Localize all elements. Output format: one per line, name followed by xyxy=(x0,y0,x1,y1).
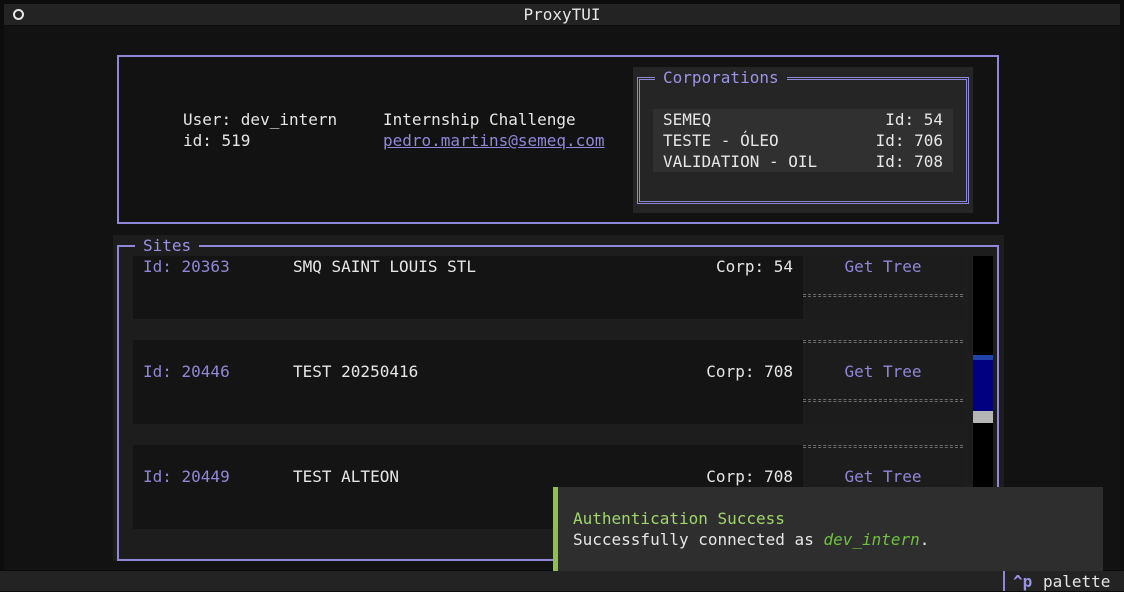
footer xyxy=(0,571,1124,591)
palette-shortcut-key[interactable]: ^p xyxy=(1013,571,1032,592)
scrollbar-grip[interactable] xyxy=(973,411,993,423)
corporation-row[interactable]: TESTE - ÓLEO Id: 706 xyxy=(653,130,953,151)
user-name-label: User: dev_intern xyxy=(183,110,338,129)
toast-username: dev_intern xyxy=(823,530,920,549)
button-underline xyxy=(803,294,963,297)
email-link[interactable]: pedro.martins@semeq.com xyxy=(383,130,605,151)
site-card: Id: 20446 TEST 20250416 Corp: 708 Get Tr… xyxy=(133,340,963,424)
toast-message-suffix: . xyxy=(919,530,930,549)
footer-separator xyxy=(1003,571,1005,591)
site-id: Id: 20449 xyxy=(143,467,230,486)
button-underline xyxy=(803,399,963,402)
toast-message: Successfully connected as dev_intern. xyxy=(573,529,929,550)
site-id: Id: 20446 xyxy=(143,362,230,381)
corporation-id: Id: 706 xyxy=(875,131,943,150)
button-overline xyxy=(803,340,963,343)
corporation-id: Id: 54 xyxy=(885,110,943,129)
site-card: Id: 20363 SMQ SAINT LOUIS STL Corp: 54 G… xyxy=(133,256,963,319)
app-title: ProxyTUI xyxy=(523,5,601,24)
palette-shortcut-label[interactable]: palette xyxy=(1043,571,1110,592)
site-corp: Corp: 708 xyxy=(706,467,793,486)
corporation-row[interactable]: VALIDATION - OIL Id: 708 xyxy=(653,151,953,172)
get-tree-button-label: Get Tree xyxy=(844,257,922,276)
site-name: TEST ALTEON xyxy=(293,467,399,486)
toast-message-prefix: Successfully connected as xyxy=(573,530,824,549)
site-id: Id: 20363 xyxy=(143,257,230,276)
corporation-name: TESTE - ÓLEO xyxy=(663,131,779,150)
corporation-row[interactable]: SEMEQ Id: 54 xyxy=(653,109,953,130)
get-tree-button[interactable]: Get Tree xyxy=(803,256,963,319)
get-tree-button[interactable]: Get Tree xyxy=(803,340,963,424)
get-tree-button-label: Get Tree xyxy=(844,467,922,486)
corporation-name: VALIDATION - OIL xyxy=(663,152,818,171)
button-overline xyxy=(803,445,963,448)
corporations-title: Corporations xyxy=(655,67,787,88)
toast-notification[interactable]: Authentication Success Successfully conn… xyxy=(553,487,1103,571)
site-name: TEST 20250416 xyxy=(293,362,419,381)
get-tree-button-label: Get Tree xyxy=(844,362,922,381)
corporation-name: SEMEQ xyxy=(663,110,712,129)
scrollbar-thumb-edge xyxy=(973,355,993,360)
site-corp: Corp: 708 xyxy=(706,362,793,381)
user-id-label: id: 519 xyxy=(183,131,251,150)
toast-title: Authentication Success xyxy=(573,509,785,528)
site-corp: Corp: 54 xyxy=(715,257,793,276)
sites-title: Sites xyxy=(135,235,200,256)
corporation-id: Id: 708 xyxy=(875,152,943,171)
corporations-table[interactable]: SEMEQ Id: 54 TESTE - ÓLEO Id: 706 VALIDA… xyxy=(653,109,953,172)
scrollbar-thumb[interactable] xyxy=(973,355,993,411)
org-label: Internship Challenge xyxy=(383,110,576,129)
site-name: SMQ SAINT LOUIS STL xyxy=(293,257,477,276)
